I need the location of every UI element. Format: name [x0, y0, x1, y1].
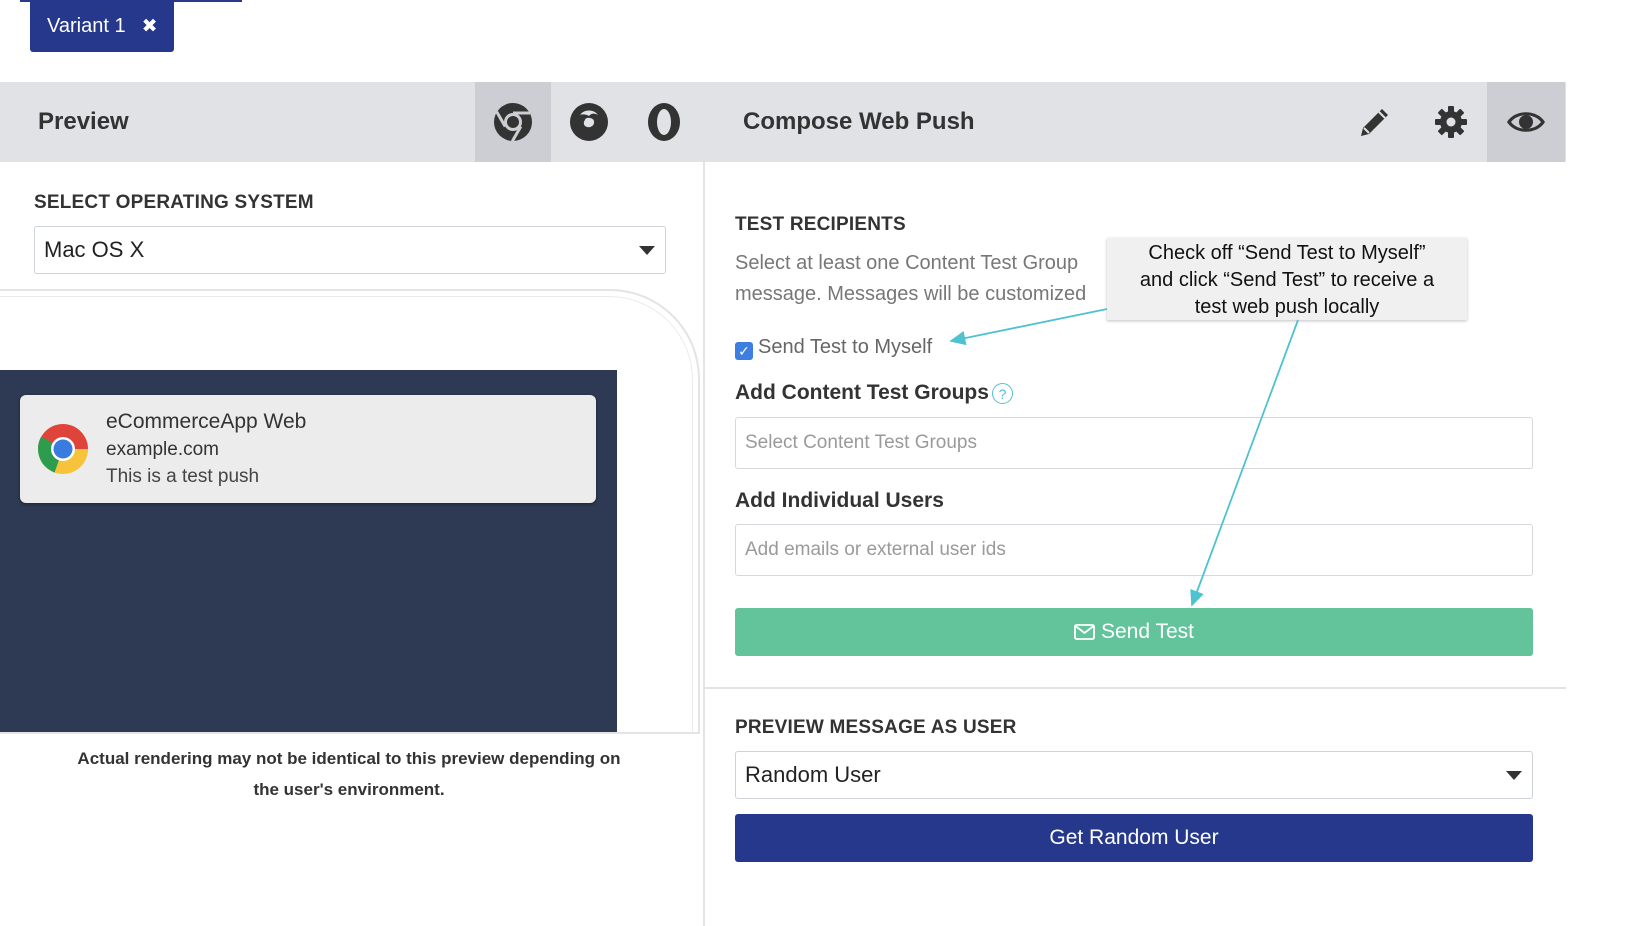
settings-button[interactable] — [1412, 82, 1490, 162]
opera-browser-button[interactable] — [626, 82, 702, 162]
callout-line-2: and click “Send Test” to receive a — [1139, 269, 1435, 291]
notification-app-name: eCommerceApp Web — [106, 410, 307, 433]
section-divider — [705, 687, 1566, 689]
close-icon[interactable]: ✖ — [142, 15, 158, 38]
push-notification-preview: eCommerceApp Web example.com This is a t… — [20, 395, 596, 503]
instruction-callout: Check off “Send Test to Myself” and clic… — [1107, 238, 1467, 320]
test-recipients-description: Select at least one Content Test Group m… — [735, 248, 1115, 310]
chrome-icon — [494, 103, 532, 142]
send-test-button[interactable]: Send Test — [735, 608, 1533, 656]
chrome-logo-icon — [38, 424, 88, 474]
get-random-user-button[interactable]: Get Random User — [735, 814, 1533, 862]
callout-line-3: test web push locally — [1194, 296, 1380, 318]
disclaimer-line-1: Actual rendering may not be identical to… — [77, 749, 621, 768]
compose-title: Compose Web Push — [743, 108, 975, 135]
envelope-icon — [1074, 624, 1095, 640]
send-to-myself-checkbox[interactable]: ✓ — [735, 342, 753, 360]
individual-users-input[interactable] — [735, 524, 1533, 576]
variant-tab-label: Variant 1 — [47, 14, 126, 37]
test-recipients-label: TEST RECIPIENTS — [735, 214, 906, 235]
gear-icon — [1435, 106, 1467, 138]
preview-title: Preview — [38, 108, 129, 135]
callout-line-1: Check off “Send Test to Myself” — [1148, 242, 1426, 264]
rendering-disclaimer: Actual rendering may not be identical to… — [0, 743, 698, 805]
firefox-browser-button[interactable] — [551, 82, 627, 162]
disclaimer-line-2: the user's environment. — [253, 780, 445, 799]
description-line-2: message. Messages will be customized — [735, 283, 1087, 305]
help-icon[interactable]: ? — [992, 383, 1013, 404]
content-groups-input[interactable] — [735, 417, 1533, 469]
chrome-browser-button[interactable] — [475, 82, 551, 162]
caret-down-icon — [639, 246, 655, 255]
variant-tab[interactable]: Variant 1 ✖ — [30, 0, 174, 52]
caret-down-icon — [1506, 771, 1522, 780]
send-to-myself-label[interactable]: Send Test to Myself — [758, 336, 932, 359]
description-line-1: Select at least one Content Test Group — [735, 252, 1079, 274]
os-select-value: Mac OS X — [44, 237, 145, 262]
edit-button[interactable] — [1336, 82, 1414, 162]
individual-users-label: Add Individual Users — [735, 489, 944, 512]
callout-arrow-checkbox — [949, 308, 1108, 346]
editor-header: Preview Compose Web Push — [0, 82, 1566, 162]
eye-icon — [1507, 112, 1545, 132]
notification-site: example.com — [106, 439, 219, 460]
os-select-label: SELECT OPERATING SYSTEM — [34, 192, 314, 213]
opera-icon — [648, 103, 680, 141]
device-frame-bottom — [0, 732, 700, 734]
firefox-icon — [570, 103, 608, 141]
os-select[interactable]: Mac OS X — [34, 226, 666, 274]
preview-as-user-label: PREVIEW MESSAGE AS USER — [735, 717, 1017, 738]
preview-toggle-button[interactable] — [1487, 82, 1565, 162]
preview-user-value: Random User — [745, 762, 881, 787]
get-random-user-label: Get Random User — [1049, 826, 1219, 849]
pencil-icon — [1361, 109, 1388, 136]
preview-user-select[interactable]: Random User — [735, 751, 1533, 799]
notification-body: This is a test push — [106, 466, 260, 487]
send-test-label: Send Test — [1100, 620, 1194, 643]
column-divider — [703, 162, 705, 926]
content-groups-label: Add Content Test Groups — [735, 381, 989, 404]
